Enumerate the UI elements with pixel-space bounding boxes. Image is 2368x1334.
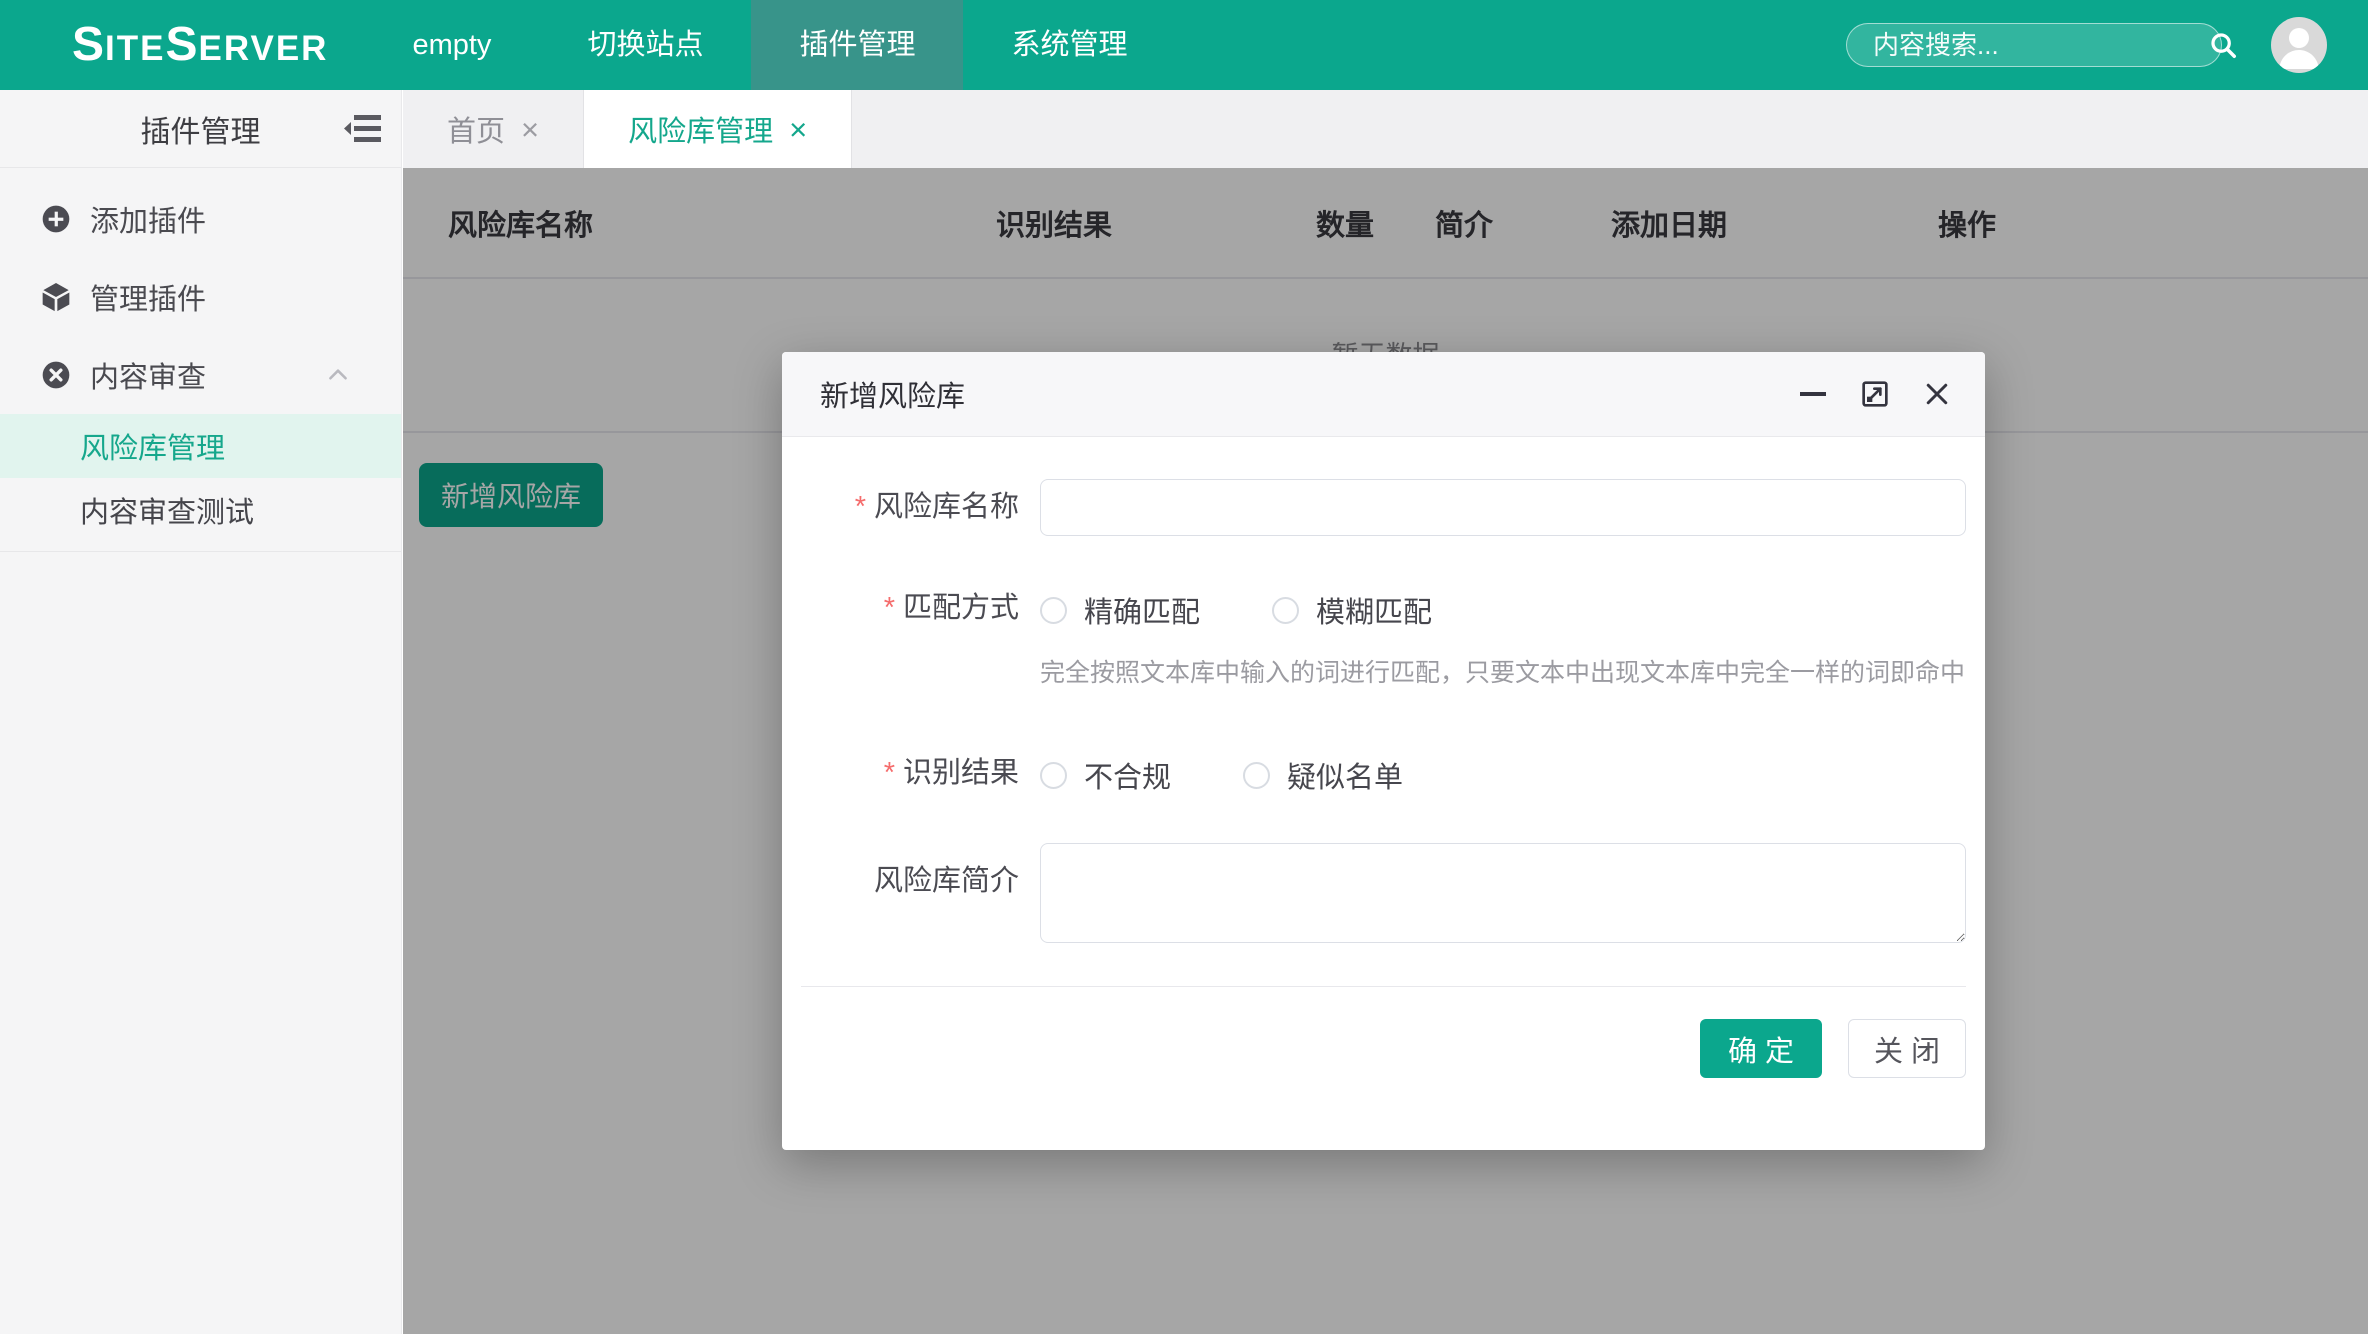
search-icon[interactable]	[2208, 30, 2238, 60]
dialog-footer: 确 定 关 闭	[782, 987, 1985, 1078]
radio-suspect-list[interactable]: 疑似名单	[1243, 754, 1403, 796]
plus-circle-icon	[40, 203, 72, 235]
risk-library-name-input[interactable]	[1040, 479, 1966, 536]
nav-item-system-manage[interactable]: 系统管理	[963, 0, 1175, 90]
tab-label: 首页	[447, 108, 505, 150]
radio-label: 不合规	[1084, 754, 1171, 796]
add-risk-library-dialog: 新增风险库 *风险库名称	[782, 352, 1985, 1150]
tab-risk-library[interactable]: 风险库管理 ×	[584, 90, 852, 168]
maximize-icon[interactable]	[1857, 376, 1893, 412]
tab-bar: 首页 × 风险库管理 ×	[403, 90, 2368, 168]
sidebar-item-manage-plugin[interactable]: 管理插件	[0, 258, 401, 336]
logo-part: S	[72, 21, 105, 69]
siteserver-logo[interactable]: S ITE S ERVER	[72, 21, 328, 69]
match-mode-help-text: 完全按照文本库中输入的词进行匹配，只要文本中出现文本库中完全一样的词即命中	[1040, 656, 1966, 690]
field-label: *识别结果	[782, 745, 1019, 805]
sidebar-item-label: 内容审查测试	[80, 489, 254, 531]
logo-part: ITE	[105, 31, 165, 66]
radio-circle-icon	[1040, 597, 1067, 624]
sidebar-item-label: 管理插件	[90, 276, 206, 318]
risk-library-intro-textarea[interactable]	[1040, 843, 1966, 943]
radio-label: 精确匹配	[1084, 589, 1200, 631]
chevron-up-icon	[325, 362, 351, 388]
tab-home[interactable]: 首页 ×	[403, 90, 584, 168]
person-icon	[2271, 17, 2327, 73]
sidebar-item-content-review-test[interactable]: 内容审查测试	[0, 478, 401, 542]
dialog-title: 新增风险库	[820, 373, 965, 415]
nav-item-plugin-manage[interactable]: 插件管理	[751, 0, 963, 90]
sidebar-menu: 添加插件 管理插件 内容审查 风险库管理 内容审查测试	[0, 168, 401, 552]
window-controls	[1795, 376, 1955, 412]
close-icon[interactable]	[1919, 376, 1955, 412]
radio-non-compliant[interactable]: 不合规	[1040, 754, 1171, 796]
sidebar-item-content-review[interactable]: 内容审查	[0, 336, 401, 414]
search-input[interactable]	[1873, 30, 2208, 61]
radio-fuzzy-match[interactable]: 模糊匹配	[1272, 589, 1432, 631]
logo-part: S	[165, 21, 198, 69]
sidebar: 插件管理 添加插件 管理插件	[0, 90, 402, 1334]
sidebar-title: 插件管理	[141, 107, 261, 151]
tab-close-icon[interactable]: ×	[521, 114, 539, 145]
radio-circle-icon	[1040, 762, 1067, 789]
sidebar-divider	[0, 551, 401, 552]
cube-icon	[40, 281, 72, 313]
sidebar-item-label: 内容审查	[90, 354, 206, 396]
field-label: *匹配方式	[782, 580, 1019, 690]
sidebar-item-label: 添加插件	[90, 198, 206, 240]
radio-label: 模糊匹配	[1316, 589, 1432, 631]
close-button[interactable]: 关 闭	[1848, 1019, 1966, 1078]
radio-circle-icon	[1243, 762, 1270, 789]
radio-circle-icon	[1272, 597, 1299, 624]
form-row-intro: 风险库简介	[782, 843, 1985, 948]
field-label: 风险库简介	[782, 843, 1019, 948]
radio-label: 疑似名单	[1287, 754, 1403, 796]
required-mark: *	[855, 491, 866, 523]
minimize-icon[interactable]	[1795, 376, 1831, 412]
radio-exact-match[interactable]: 精确匹配	[1040, 589, 1200, 631]
nav-item-switch-site[interactable]: 切换站点	[539, 0, 751, 90]
sidebar-header: 插件管理	[0, 90, 401, 168]
tab-close-icon[interactable]: ×	[789, 114, 807, 145]
top-nav-items: empty 切换站点 插件管理 系统管理	[364, 0, 1175, 90]
required-mark: *	[884, 592, 895, 624]
user-avatar[interactable]	[2271, 17, 2327, 73]
top-nav: S ITE S ERVER empty 切换站点 插件管理 系统管理	[0, 0, 2368, 90]
dialog-header: 新增风险库	[782, 352, 1985, 437]
tab-label: 风险库管理	[628, 108, 773, 150]
required-mark: *	[884, 757, 895, 789]
form-row-name: *风险库名称	[782, 479, 1985, 536]
form-row-match-mode: *匹配方式 精确匹配 模糊匹配 完全按照文本库中输入的词进行匹配，只要文本中出现…	[782, 580, 1985, 690]
sidebar-collapse-icon[interactable]	[343, 110, 383, 148]
sidebar-item-label: 风险库管理	[80, 425, 225, 467]
field-label: *风险库名称	[782, 479, 1019, 536]
x-circle-icon	[40, 359, 72, 391]
confirm-button[interactable]: 确 定	[1700, 1019, 1822, 1078]
sidebar-item-risk-library[interactable]: 风险库管理	[0, 414, 401, 478]
content-search-box[interactable]	[1846, 23, 2222, 67]
dialog-body: *风险库名称 *匹配方式 精确匹配 模糊匹配	[782, 437, 1985, 948]
nav-item-empty[interactable]: empty	[364, 0, 539, 90]
form-row-result: *识别结果 不合规 疑似名单	[782, 745, 1985, 805]
sidebar-item-add-plugin[interactable]: 添加插件	[0, 180, 401, 258]
logo-part: ERVER	[198, 31, 328, 66]
